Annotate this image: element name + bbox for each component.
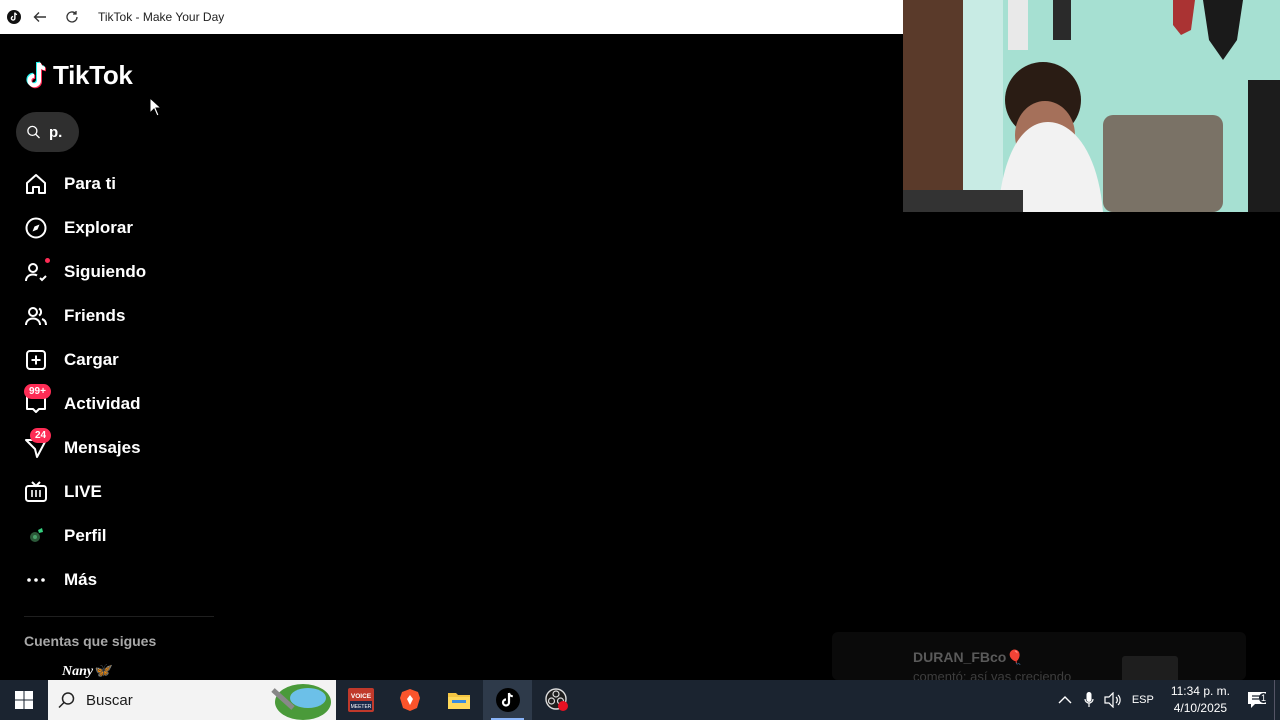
activity-badge: 99+: [24, 384, 51, 399]
new-content-dot: [45, 258, 50, 263]
obs-recording-icon[interactable]: [532, 680, 581, 720]
nav-item-live[interactable]: LIVE: [0, 470, 230, 514]
nav-item-mensajes[interactable]: 24 Mensajes: [0, 426, 230, 470]
nav-item-friends[interactable]: Friends: [0, 294, 230, 338]
sidebar: TikTok Para ti Explorar: [0, 34, 230, 680]
notification-count: 1: [1258, 693, 1268, 703]
main-nav: Para ti Explorar Siguiendo Friends Carga…: [0, 162, 230, 602]
sidebar-divider: [24, 616, 214, 617]
clock[interactable]: 11:34 p. m. 4/10/2025: [1171, 683, 1230, 717]
notification-thumbnail: [1122, 656, 1178, 680]
upload-icon: [24, 348, 48, 372]
nav-item-actividad[interactable]: 99+ Actividad: [0, 382, 230, 426]
notification-message: comentó: así vas creciendo: [913, 669, 1072, 680]
live-tv-icon: [24, 480, 48, 504]
tiktok-icon[interactable]: [483, 680, 532, 720]
webcam-feed-image: [903, 0, 1280, 212]
svg-text:MEETER: MEETER: [350, 704, 371, 710]
activity-icon: 99+: [24, 384, 51, 416]
windows-taskbar: Buscar VOICE MEETER ESP 11:34 p. m. 4/10/…: [0, 680, 1280, 720]
mouse-cursor: [149, 97, 161, 117]
nav-item-cargar[interactable]: Cargar: [0, 338, 230, 382]
nav-label: Actividad: [64, 394, 141, 413]
nav-label: Mensajes: [64, 438, 141, 457]
taskbar-search-placeholder: Buscar: [86, 691, 133, 709]
windows-logo-icon: [15, 691, 33, 709]
nav-item-siguiendo[interactable]: Siguiendo: [0, 250, 230, 294]
nav-label: Para ti: [64, 174, 116, 193]
search-input[interactable]: [49, 123, 79, 141]
search-icon: [27, 125, 40, 139]
svg-text:VOICE: VOICE: [350, 693, 371, 700]
following-section-title: Cuentas que sigues: [24, 633, 157, 649]
search-highlight-image: [271, 684, 331, 720]
notification-username: DURAN_FBco🎈: [913, 649, 1024, 665]
tiktok-logo[interactable]: TikTok: [24, 60, 133, 91]
brave-browser-icon[interactable]: [385, 680, 434, 720]
tiktok-logo-icon: [26, 61, 47, 88]
nav-item-perfil[interactable]: Perfil: [0, 514, 230, 558]
nav-label: LIVE: [64, 482, 102, 501]
search-box[interactable]: [16, 112, 79, 152]
nav-label: Más: [64, 570, 98, 589]
compass-icon: [24, 216, 48, 240]
window-titlebar: TikTok - Make Your Day: [0, 0, 903, 34]
webcam-overlay: [903, 0, 1280, 212]
home-icon: [24, 172, 48, 196]
reload-icon[interactable]: [58, 3, 86, 31]
logo-text: TikTok: [53, 60, 133, 90]
microphone-icon[interactable]: [1077, 692, 1101, 708]
clock-date: 4/10/2025: [1173, 701, 1228, 715]
nav-item-mas[interactable]: Más: [0, 558, 230, 602]
nav-label: Cargar: [64, 350, 119, 369]
comment-notification[interactable]: DURAN_FBco🎈 comentó: así vas creciendo: [832, 632, 1246, 680]
send-icon: 24: [24, 428, 52, 460]
friends-icon: [24, 304, 48, 328]
tiktok-app-icon: [6, 9, 22, 25]
clock-time: 11:34 p. m.: [1170, 684, 1230, 698]
following-account-name[interactable]: Nany🦋: [62, 663, 111, 680]
system-tray: ESP 11:34 p. m. 4/10/2025 1: [1053, 680, 1280, 720]
more-icon: [24, 568, 48, 592]
nav-label: Explorar: [64, 218, 133, 237]
nav-label: Friends: [64, 306, 126, 325]
nav-item-para-ti[interactable]: Para ti: [0, 162, 230, 206]
profile-avatar: [24, 524, 48, 548]
window-title: TikTok - Make Your Day: [98, 10, 225, 24]
search-icon: [58, 692, 75, 709]
volume-icon[interactable]: [1101, 692, 1125, 708]
start-button[interactable]: [0, 680, 48, 720]
nav-item-explorar[interactable]: Explorar: [0, 206, 230, 250]
nav-label: Perfil: [64, 526, 107, 545]
chevron-up-icon[interactable]: [1053, 695, 1077, 705]
nav-label: Siguiendo: [64, 262, 147, 281]
voicemeeter-icon[interactable]: VOICE MEETER: [336, 680, 385, 720]
file-explorer-icon[interactable]: [434, 680, 483, 720]
taskbar-search[interactable]: Buscar: [48, 680, 336, 720]
back-arrow-icon[interactable]: [26, 3, 54, 31]
language-indicator[interactable]: ESP: [1125, 694, 1161, 706]
following-icon: [24, 258, 50, 284]
show-desktop-button[interactable]: [1274, 680, 1280, 720]
notification-center-icon[interactable]: 1: [1240, 691, 1274, 709]
messages-badge: 24: [30, 428, 52, 443]
